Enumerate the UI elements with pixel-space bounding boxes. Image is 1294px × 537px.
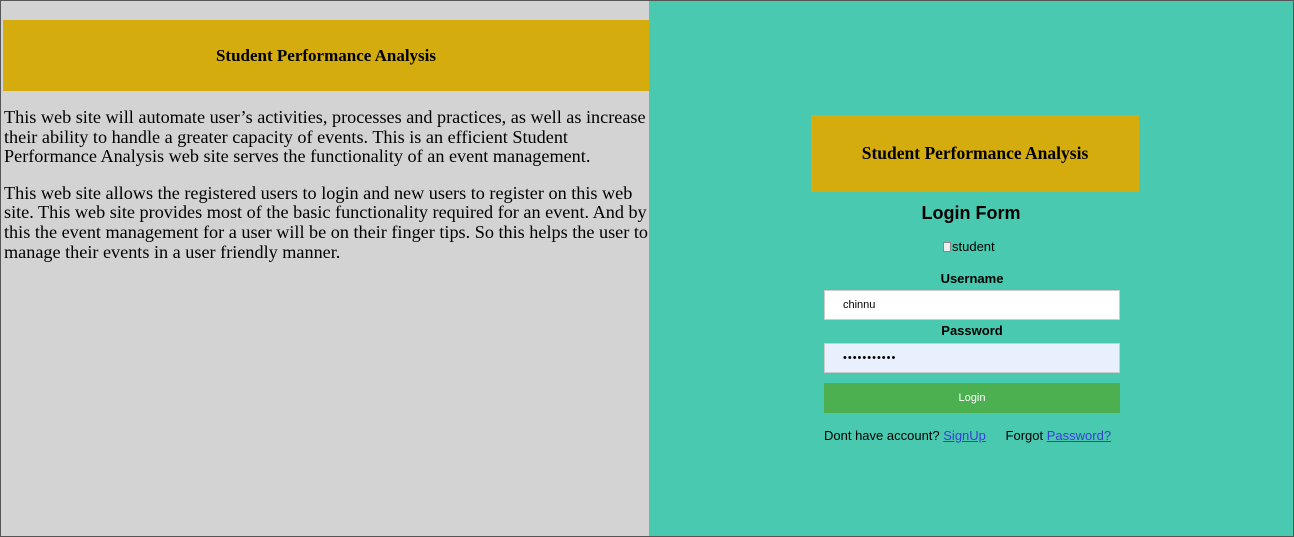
login-button[interactable]: Login — [824, 383, 1120, 413]
about-text: This web site will automate user’s activ… — [4, 107, 650, 279]
password-label: Password — [941, 323, 1003, 338]
login-form-title: Login Form — [921, 203, 1021, 223]
username-label: Username — [940, 271, 1004, 286]
about-banner: Student Performance Analysis — [3, 20, 649, 91]
forgot-password-link[interactable]: Password? — [1047, 428, 1111, 443]
username-input[interactable] — [824, 290, 1120, 320]
student-image: student — [943, 239, 995, 254]
student-image-alt: student — [952, 239, 995, 254]
about-panel: Student Performance Analysis This web si… — [1, 1, 649, 536]
about-paragraph-2: This web site allows the registered user… — [4, 182, 648, 262]
forgot-prompt: Forgot — [1005, 428, 1044, 443]
login-banner-title: Student Performance Analysis — [861, 143, 1089, 163]
page-frame: Student Performance Analysis This web si… — [0, 0, 1294, 537]
signup-link[interactable]: SignUp — [943, 428, 986, 443]
login-panel: Student Performance Analysis Login Form … — [649, 1, 1293, 536]
password-input[interactable] — [824, 343, 1120, 373]
account-links: Dont have account? SignUp Forgot Passwor… — [824, 428, 1134, 443]
about-paragraph-1: This web site will automate user’s activ… — [4, 107, 646, 167]
about-banner-title: Student Performance Analysis — [215, 45, 437, 65]
signup-prompt: Dont have account? — [824, 428, 940, 443]
login-banner: Student Performance Analysis — [811, 115, 1139, 192]
broken-image-icon — [943, 241, 951, 252]
